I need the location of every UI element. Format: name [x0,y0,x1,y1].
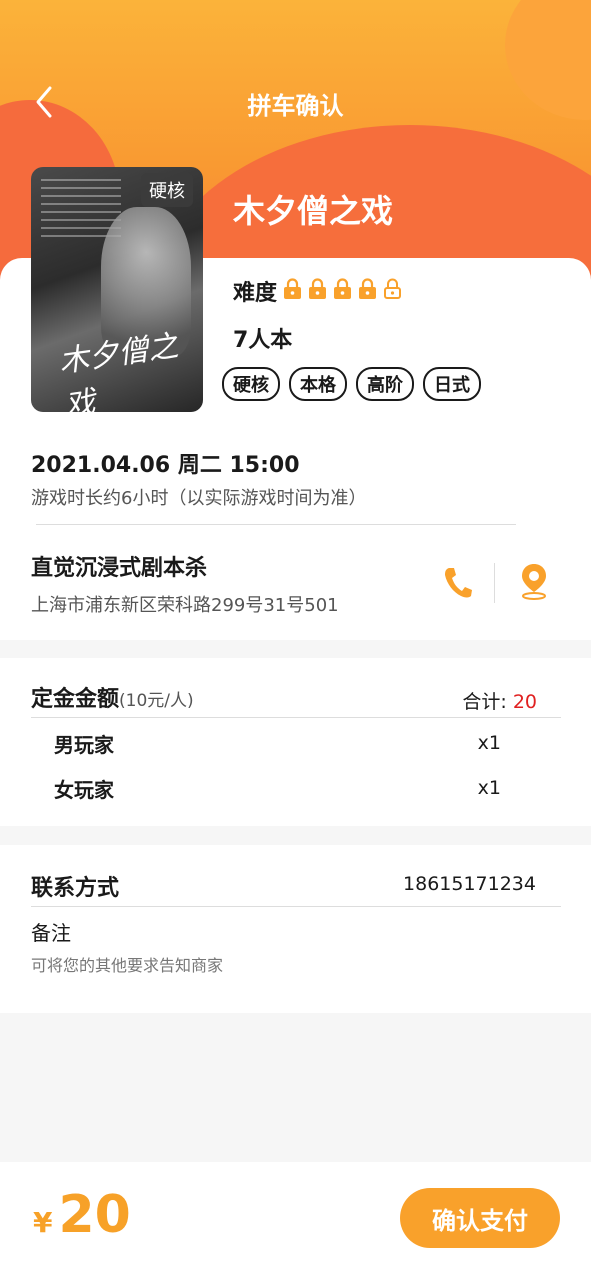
unlock-icon [383,278,408,304]
tag-chip: 日式 [423,367,481,401]
lock-icon [308,278,333,304]
divider [494,563,495,603]
player-count: 7人本 [233,328,293,353]
male-player-qty[interactable]: x1 [478,732,501,754]
poster-tag: 硬核 [141,173,193,207]
total-price: ¥ 20 [33,1185,131,1245]
difficulty-rating: 难度 [233,275,408,307]
poster-title: 木夕僧之戏 [56,328,181,412]
deposit-unit-price: (10元/人) [119,691,194,711]
male-player-label: 男玩家 [54,733,114,757]
contact-phone[interactable]: 18615171234 [403,873,536,895]
female-player-label: 女玩家 [54,778,114,802]
price-amount: 20 [58,1185,131,1245]
game-tags: 硬核 本格 高阶 日式 [222,367,490,401]
lock-icon [333,278,358,304]
confirm-pay-button[interactable]: 确认支付 [400,1188,560,1248]
divider [36,524,516,525]
female-player-qty[interactable]: x1 [478,777,501,799]
deposit-title: 定金金额(10元/人) [31,687,194,712]
shop-name: 直觉沉浸式剧本杀 [31,556,208,581]
tag-chip: 高阶 [356,367,414,401]
location-pin-icon[interactable] [520,562,548,600]
difficulty-locks [283,278,408,304]
game-name: 木夕僧之戏 [233,192,394,230]
lock-icon [358,278,383,304]
currency-symbol: ¥ [33,1206,53,1239]
phone-icon[interactable] [443,565,473,599]
contact-label: 联系方式 [31,876,120,901]
deposit-total: 合计: 20 [462,691,537,713]
session-datetime: 2021.04.06 周二 15:00 [31,453,300,478]
difficulty-label: 难度 [233,281,278,306]
session-duration: 游戏时长约6小时（以实际游戏时间为准） [31,488,367,509]
remark-input[interactable] [31,956,531,975]
lock-icon [283,278,308,304]
game-poster[interactable]: 木夕僧之戏 硬核 [31,167,203,412]
page-title: 拼车确认 [247,92,344,120]
tag-chip: 硬核 [222,367,280,401]
tag-chip: 本格 [289,367,347,401]
divider [31,717,561,718]
divider [31,906,561,907]
deposit-total-value: 20 [512,691,537,713]
shop-address: 上海市浦东新区荣科路299号31号501 [31,595,339,616]
remark-label: 备注 [31,921,71,945]
